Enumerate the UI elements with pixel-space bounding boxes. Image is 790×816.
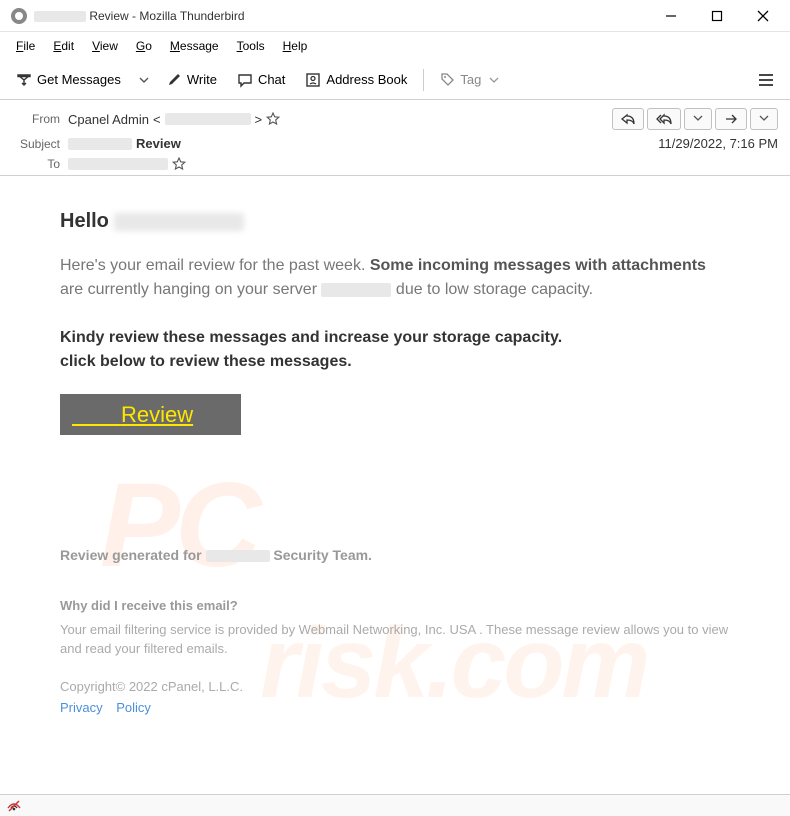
menu-file[interactable]: File [8, 36, 43, 56]
from-value: Cpanel Admin < > [68, 112, 604, 127]
maximize-button[interactable] [694, 1, 740, 31]
app-icon [10, 7, 28, 25]
menu-edit[interactable]: Edit [45, 36, 82, 56]
greeting: Hello [60, 206, 730, 236]
link-policy[interactable]: Policy [116, 700, 151, 715]
address-book-button[interactable]: Address Book [297, 67, 415, 93]
more-dropdown[interactable] [750, 108, 778, 130]
why-text: Your email filtering service is provided… [60, 620, 730, 659]
forward-button[interactable] [715, 108, 747, 130]
menu-view[interactable]: View [84, 36, 126, 56]
header-actions [612, 108, 778, 130]
star-icon[interactable] [266, 112, 280, 126]
toolbar: Get Messages Write Chat Address Book Tag [0, 60, 790, 100]
link-privacy[interactable]: Privacy [60, 700, 103, 715]
intro-paragraph: Here's your email review for the past we… [60, 254, 730, 302]
copyright: Copyright© 2022 cPanel, L.L.C. [60, 677, 730, 697]
why-heading: Why did I receive this email? [60, 596, 730, 616]
write-button[interactable]: Write [159, 67, 225, 92]
subject-label: Subject [12, 137, 60, 151]
toolbar-separator [423, 69, 424, 91]
reply-all-dropdown[interactable] [684, 108, 712, 130]
message-header: From Cpanel Admin < > Subject Review 11/… [0, 100, 790, 176]
chat-button[interactable]: Chat [229, 67, 293, 93]
menubar: File Edit View Go Message Tools Help [0, 32, 790, 60]
window-title: Review - Mozilla Thunderbird [34, 9, 648, 23]
reply-button[interactable] [612, 108, 644, 130]
minimize-button[interactable] [648, 1, 694, 31]
tag-button[interactable]: Tag [432, 67, 507, 92]
titlebar: Review - Mozilla Thunderbird [0, 0, 790, 32]
menu-message[interactable]: Message [162, 36, 227, 56]
statusbar [0, 794, 790, 816]
to-value [68, 157, 778, 171]
menu-go[interactable]: Go [128, 36, 160, 56]
app-menu-button[interactable] [750, 67, 782, 93]
reply-all-button[interactable] [647, 108, 681, 130]
close-button[interactable] [740, 1, 786, 31]
from-label: From [12, 112, 60, 126]
tag-icon [440, 72, 455, 87]
review-button[interactable]: ____Review [60, 394, 241, 435]
star-icon[interactable] [172, 157, 186, 171]
subject-value: Review [68, 136, 650, 151]
footer-links: Privacy Policy [60, 698, 730, 718]
address-book-icon [305, 72, 321, 88]
menu-help[interactable]: Help [275, 36, 316, 56]
window-controls [648, 1, 786, 31]
message-date: 11/29/2022, 7:16 PM [658, 136, 778, 151]
to-label: To [12, 157, 60, 171]
action-paragraph: Kindy review these messages and increase… [60, 326, 730, 374]
pencil-icon [167, 72, 182, 87]
generated-for: Review generated for Security Team. [60, 545, 730, 566]
download-icon [16, 72, 32, 88]
message-body-area[interactable]: PC risk.com Hello Here's your email revi… [0, 176, 790, 796]
menu-tools[interactable]: Tools [229, 36, 273, 56]
offline-icon[interactable] [6, 799, 22, 813]
get-messages-dropdown[interactable] [133, 70, 155, 90]
get-messages-button[interactable]: Get Messages [8, 67, 129, 93]
chat-icon [237, 72, 253, 88]
